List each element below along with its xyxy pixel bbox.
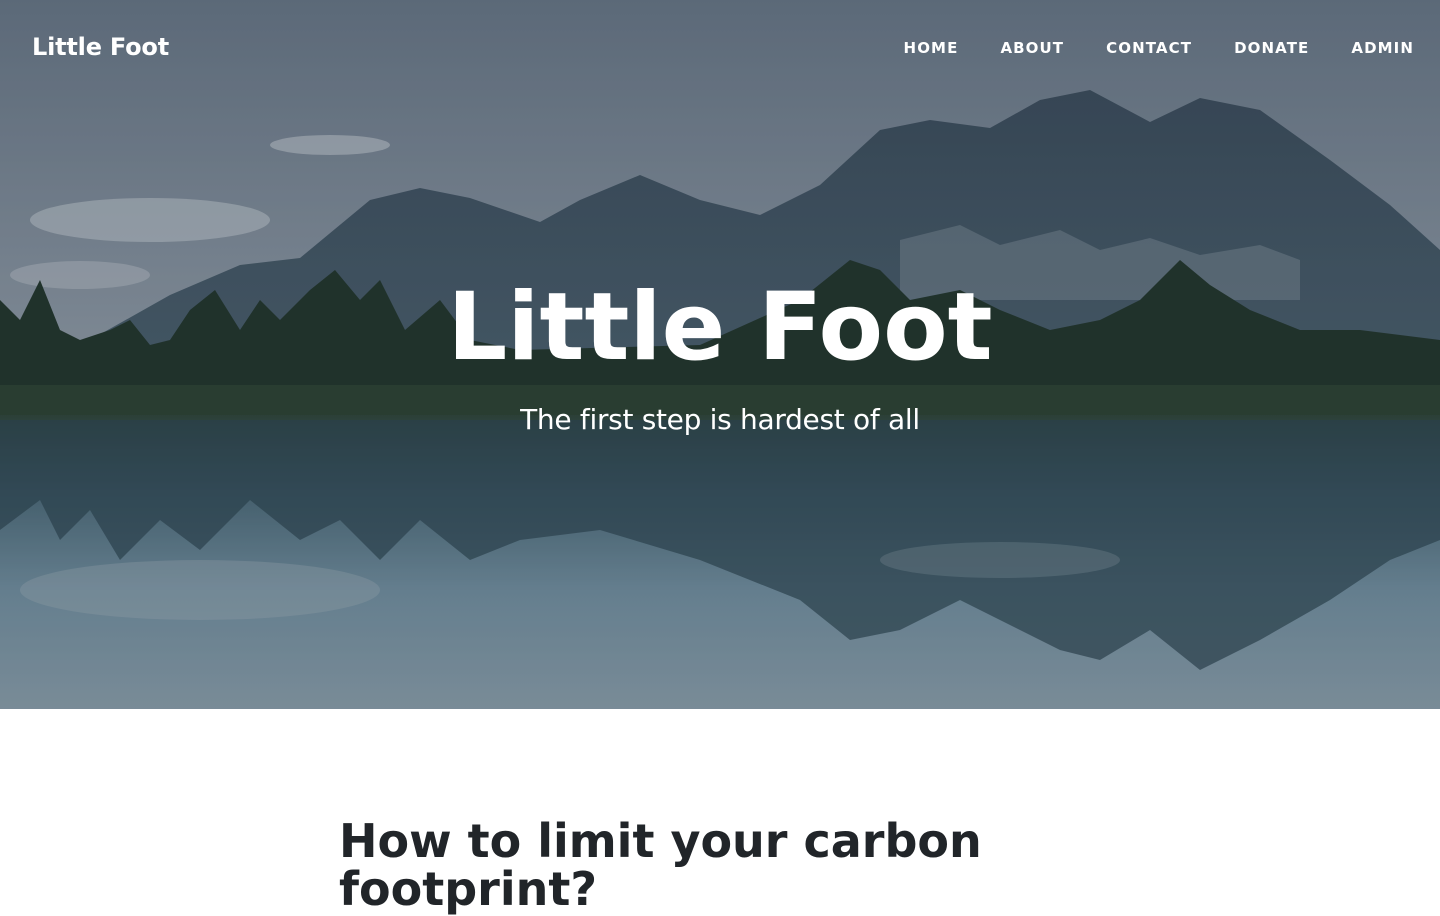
nav-link-home[interactable]: HOME xyxy=(862,39,959,57)
site-title: Little Foot xyxy=(447,273,993,382)
nav-link-about[interactable]: ABOUT xyxy=(958,39,1064,57)
site-heading-block: Little Foot The first step is hardest of… xyxy=(0,268,1440,440)
brand-link[interactable]: Little Foot xyxy=(32,33,169,61)
main-content: How to limit your carbon footprint? xyxy=(0,709,1440,913)
nav-link-donate[interactable]: DONATE xyxy=(1192,39,1309,57)
post-title[interactable]: How to limit your carbon footprint? xyxy=(339,817,1059,913)
nav-link-admin[interactable]: ADMIN xyxy=(1309,39,1414,57)
nav-links: HOME ABOUT CONTACT DONATE ADMIN xyxy=(862,39,1414,57)
main-navbar: Little Foot HOME ABOUT CONTACT DONATE AD… xyxy=(0,0,1440,98)
hero-header: Little Foot HOME ABOUT CONTACT DONATE AD… xyxy=(0,0,1440,709)
site-subtitle: The first step is hardest of all xyxy=(520,403,920,436)
nav-link-contact[interactable]: CONTACT xyxy=(1064,39,1192,57)
